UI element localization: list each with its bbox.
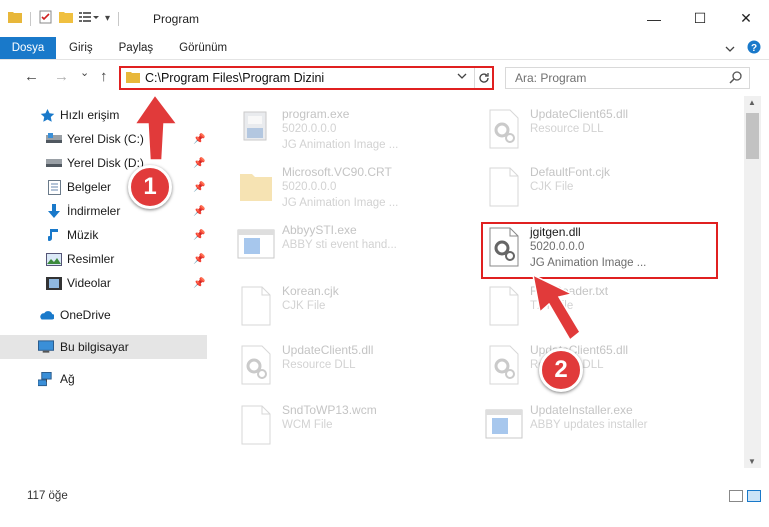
arrow-2 bbox=[531, 273, 581, 342]
arrow-1 bbox=[133, 93, 179, 161]
step-marker-2: 2 bbox=[539, 348, 583, 392]
step-marker-1: 1 bbox=[128, 165, 172, 209]
annotation-arrows bbox=[133, 93, 581, 342]
